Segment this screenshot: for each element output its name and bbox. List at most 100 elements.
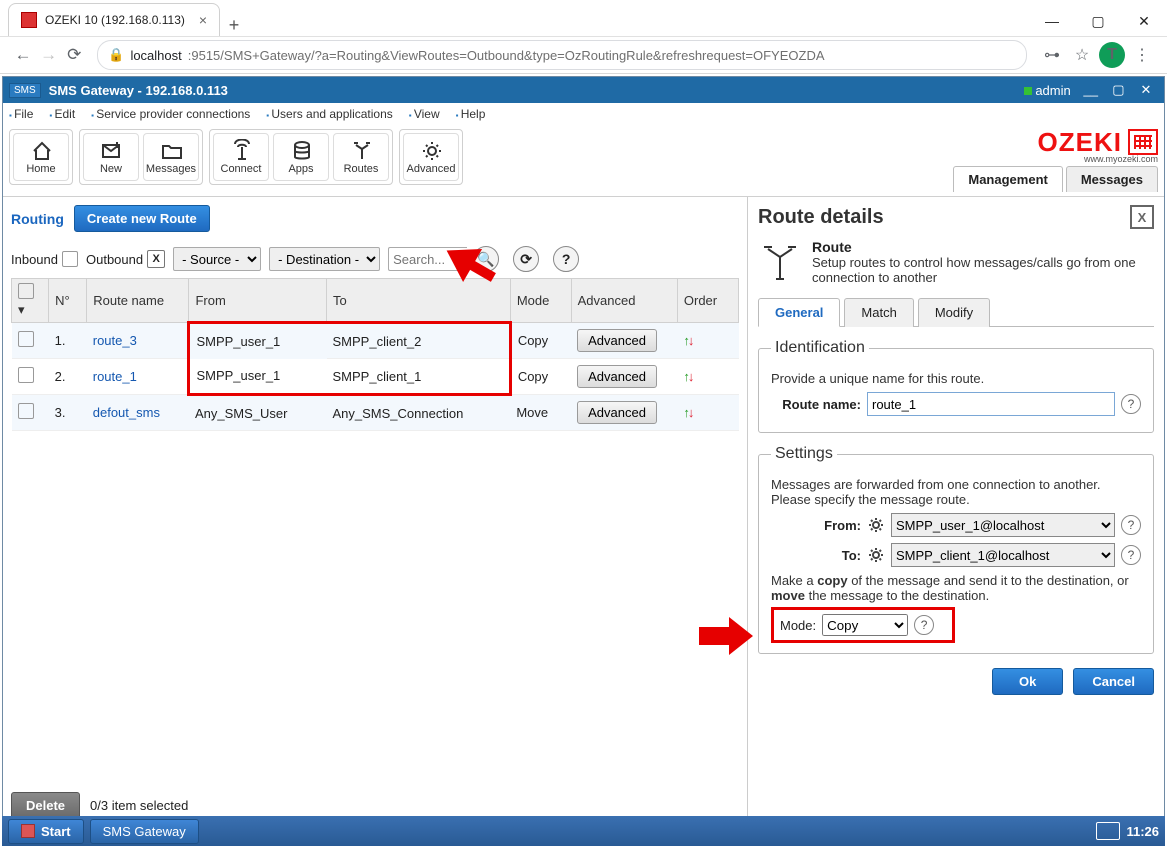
bookmark-icon[interactable]: ☆: [1069, 42, 1095, 68]
selection-count: 0/3 item selected: [90, 798, 188, 813]
order-arrows[interactable]: ↑↓: [677, 323, 738, 359]
keyboard-icon[interactable]: [1096, 822, 1120, 840]
gear-icon: [867, 546, 885, 564]
clear-outbound-icon[interactable]: X: [147, 250, 165, 268]
cancel-button[interactable]: Cancel: [1073, 668, 1154, 695]
tab-modify[interactable]: Modify: [918, 298, 990, 327]
window-maximize-icon[interactable]: ▢: [1075, 6, 1121, 36]
table-row[interactable]: 1. route_3 SMPP_user_1 SMPP_client_2 Cop…: [12, 323, 739, 359]
toolbar-home[interactable]: Home: [13, 133, 69, 181]
panel-title: Route details: [758, 206, 1130, 229]
row-advanced-button[interactable]: Advanced: [577, 329, 657, 352]
help-icon[interactable]: ?: [914, 615, 934, 635]
tab-general[interactable]: General: [758, 298, 840, 327]
to-select[interactable]: SMPP_client_1@localhost: [891, 543, 1115, 567]
app-badge-icon: SMS: [9, 83, 41, 98]
toolbar-advanced[interactable]: Advanced: [403, 133, 459, 181]
refresh-icon[interactable]: ⟳: [513, 246, 539, 272]
menu-users[interactable]: Users and applications: [266, 107, 392, 121]
row-advanced-button[interactable]: Advanced: [577, 365, 657, 388]
favicon-icon: [21, 12, 37, 28]
taskbar: Start SMS Gateway 11:26: [2, 816, 1165, 846]
order-arrows[interactable]: ↑↓: [677, 359, 738, 395]
browser-tab[interactable]: OZEKI 10 (192.168.0.113) ×: [8, 3, 220, 36]
mode-row: Mode: Copy ?: [771, 607, 955, 643]
nav-back-icon[interactable]: ←: [12, 45, 34, 65]
select-all-checkbox[interactable]: [18, 283, 34, 299]
menubar: File Edit Service provider connections U…: [3, 103, 1164, 125]
settings-group: Settings Messages are forwarded from one…: [758, 445, 1154, 654]
routes-table: ▾ N° Route name From To Mode Advanced Or…: [11, 278, 739, 431]
nav-forward-icon[interactable]: →: [38, 45, 60, 65]
app-user[interactable]: admin: [1024, 83, 1070, 98]
menu-help[interactable]: Help: [456, 107, 486, 121]
mode-select[interactable]: Copy: [822, 614, 908, 636]
menu-file[interactable]: File: [9, 107, 33, 121]
route-name-input[interactable]: [867, 392, 1115, 416]
taskbar-app-button[interactable]: SMS Gateway: [90, 819, 199, 844]
app-titlebar: SMS SMS Gateway - 192.168.0.113 admin __…: [3, 77, 1164, 103]
row-checkbox[interactable]: [18, 367, 34, 383]
tab-match[interactable]: Match: [844, 298, 913, 327]
route-link[interactable]: defout_sms: [93, 405, 160, 420]
header-tab-messages[interactable]: Messages: [1066, 166, 1158, 192]
from-select[interactable]: SMPP_user_1@localhost: [891, 513, 1115, 537]
help-icon[interactable]: ?: [1121, 515, 1141, 535]
destination-select[interactable]: - Destination -: [269, 247, 380, 271]
window-close-icon[interactable]: ✕: [1121, 6, 1167, 36]
menu-view[interactable]: View: [409, 107, 440, 121]
row-checkbox[interactable]: [18, 331, 34, 347]
table-row[interactable]: 3. defout_sms Any_SMS_User Any_SMS_Conne…: [12, 395, 739, 431]
panel-subdesc: Setup routes to control how messages/cal…: [812, 255, 1154, 285]
app-maximize-icon[interactable]: ▢: [1106, 81, 1130, 99]
route-link[interactable]: route_3: [93, 333, 137, 348]
filter-outbound[interactable]: OutboundX: [86, 250, 165, 268]
app-minimize-icon[interactable]: __: [1079, 81, 1103, 99]
menu-edit[interactable]: Edit: [49, 107, 75, 121]
address-bar[interactable]: 🔒 localhost:9515/SMS+Gateway/?a=Routing&…: [97, 40, 1027, 70]
help-icon[interactable]: ?: [553, 246, 579, 272]
url-path: :9515/SMS+Gateway/?a=Routing&ViewRoutes=…: [188, 48, 825, 63]
database-icon: [290, 139, 312, 161]
window-minimize-icon[interactable]: —: [1029, 6, 1075, 36]
row-checkbox[interactable]: [18, 403, 34, 419]
start-button[interactable]: Start: [8, 819, 84, 844]
toolbar-connect[interactable]: Connect: [213, 133, 269, 181]
delete-button[interactable]: Delete: [11, 792, 80, 819]
avatar[interactable]: T: [1099, 42, 1125, 68]
source-select[interactable]: - Source -: [173, 247, 261, 271]
route-icon: [758, 239, 802, 283]
toolbar-routes[interactable]: Routes: [333, 133, 389, 181]
panel-subtitle: Route: [812, 239, 1154, 255]
gear-icon: [867, 516, 885, 534]
row-advanced-button[interactable]: Advanced: [577, 401, 657, 424]
menu-connections[interactable]: Service provider connections: [91, 107, 250, 121]
ok-button[interactable]: Ok: [992, 668, 1063, 695]
toolbar-new[interactable]: New: [83, 133, 139, 181]
toolbar-messages[interactable]: Messages: [143, 133, 199, 181]
header-tab-management[interactable]: Management: [953, 166, 1062, 192]
mode-note: Make a copy of the message and send it t…: [771, 573, 1141, 603]
status-dot-icon: [1024, 87, 1032, 95]
help-icon[interactable]: ?: [1121, 545, 1141, 565]
ozeki-logo: OZEKIwww.myozeki.com: [953, 129, 1158, 164]
filter-inbound[interactable]: Inbound: [11, 251, 78, 267]
taskbar-clock: 11:26: [1126, 824, 1159, 839]
nav-reload-icon[interactable]: ⟳: [63, 45, 85, 65]
toolbar-apps[interactable]: Apps: [273, 133, 329, 181]
panel-close-icon[interactable]: X: [1130, 205, 1154, 229]
home-icon: [30, 139, 52, 161]
app-close-icon[interactable]: ✕: [1134, 81, 1158, 99]
table-row[interactable]: 2. route_1 SMPP_user_1 SMPP_client_1 Cop…: [12, 359, 739, 395]
kebab-menu-icon[interactable]: ⋮: [1129, 42, 1155, 68]
tab-close-icon[interactable]: ×: [199, 12, 207, 28]
new-tab-button[interactable]: +: [220, 15, 248, 36]
start-icon: [21, 824, 35, 838]
folder-icon: [160, 139, 182, 161]
order-arrows[interactable]: ↑↓: [677, 395, 738, 431]
key-icon[interactable]: ⊶: [1039, 42, 1065, 68]
app-title: SMS Gateway - 192.168.0.113: [49, 83, 228, 98]
create-route-button[interactable]: Create new Route: [74, 205, 210, 232]
help-icon[interactable]: ?: [1121, 394, 1141, 414]
route-link[interactable]: route_1: [93, 369, 137, 384]
